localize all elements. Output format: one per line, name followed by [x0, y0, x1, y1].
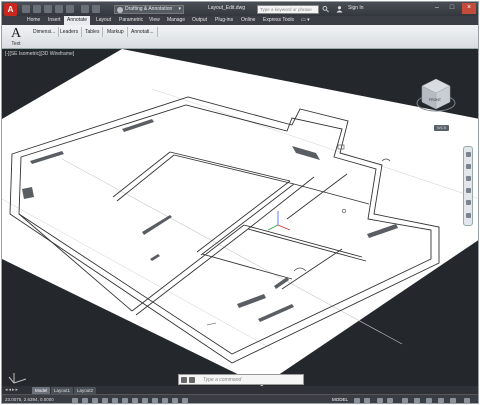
model-space-button[interactable]: MODEL [332, 397, 348, 402]
showmotion-icon[interactable] [466, 200, 471, 205]
tab-layout1[interactable]: Layout1 [51, 387, 74, 394]
quick-view-layouts-icon[interactable] [354, 398, 360, 403]
snap-mode-icon[interactable] [82, 398, 88, 403]
save-icon[interactable] [44, 5, 52, 13]
tab-parametric[interactable]: Parametric [116, 16, 146, 25]
isolate-objects-icon[interactable] [438, 398, 444, 403]
status-bar: 23.0075, 2.6394, 0.0000 MODEL [2, 394, 478, 403]
layout-scroll-arrows-icon[interactable]: ◂◂▸▸ [5, 387, 19, 393]
ortho-mode-icon[interactable] [102, 398, 108, 403]
tab-layout2[interactable]: Layout2 [74, 387, 97, 394]
grid-display-icon[interactable] [92, 398, 98, 403]
3d-object-snap-icon[interactable] [132, 398, 138, 403]
annotation-visibility-icon[interactable] [387, 398, 393, 403]
text-tool-icon: A [10, 26, 22, 41]
lineweight-icon[interactable] [172, 398, 178, 403]
ucs-icon [8, 373, 27, 384]
tab-online[interactable]: Online [238, 16, 258, 25]
command-line[interactable]: Type a command [178, 374, 304, 385]
clean-screen-icon[interactable] [464, 398, 470, 403]
search-input[interactable]: Type a keyword or phrase [257, 5, 319, 14]
object-snap-icon[interactable] [122, 398, 128, 403]
viewcube-icon[interactable]: FRONT [414, 73, 458, 117]
workspace-switching-icon[interactable] [402, 398, 408, 403]
navigation-bar [463, 146, 473, 226]
redo-icon[interactable] [92, 5, 100, 13]
save-as-icon[interactable] [55, 5, 63, 13]
panel-dimensions[interactable]: Dimensi... [30, 27, 60, 37]
quick-view-drawings-icon[interactable] [364, 398, 370, 403]
maximize-button[interactable]: □ [445, 3, 459, 14]
tab-insert[interactable]: Insert [45, 16, 64, 25]
transparency-icon[interactable] [182, 398, 188, 403]
command-input[interactable]: Type a command [203, 377, 241, 383]
document-title: Layout_Edit.dwg [208, 5, 245, 11]
pan-icon[interactable] [466, 164, 471, 169]
panel-markup[interactable]: Markup [104, 27, 128, 37]
status-bar-menu-icon[interactable] [450, 398, 456, 403]
dynamic-ucs-icon[interactable] [152, 398, 158, 403]
command-close-icon[interactable] [181, 377, 187, 383]
viewport-controls-label[interactable]: [-][SE Isometric][3D Wireframe] [5, 51, 74, 57]
tab-express-tools[interactable]: Express Tools [260, 16, 297, 25]
hardware-acceleration-icon[interactable] [426, 398, 432, 403]
viewcube-face-label: FRONT [429, 98, 442, 102]
gear-icon [117, 7, 123, 13]
workspace-label: Drafting & Annotation [125, 6, 173, 12]
undo-icon[interactable] [81, 5, 89, 13]
workspace-dropdown[interactable]: Drafting & Annotation ▾ [114, 5, 184, 14]
drawing-viewport[interactable]: [-][SE Isometric][3D Wireframe] FRONT WC… [2, 49, 478, 386]
ribbon-options-icon[interactable]: ▭ ▾ [298, 16, 313, 25]
steering-wheel-icon[interactable] [466, 152, 471, 157]
chevron-down-icon: ▾ [178, 6, 181, 12]
floor-plan-drawing [2, 49, 478, 386]
tab-model[interactable]: Model [32, 387, 51, 394]
wcs-menu[interactable]: WCS [434, 125, 450, 131]
dynamic-input-icon[interactable] [162, 398, 168, 403]
panel-tables[interactable]: Tables [82, 27, 104, 37]
title-bar: A Drafting & Annotation ▾ Layout_Edit.dw… [2, 2, 478, 16]
panel-annotation-scaling[interactable]: Annotati... [128, 27, 158, 37]
new-icon[interactable] [22, 5, 30, 13]
infer-constraints-icon[interactable] [72, 398, 78, 403]
command-customize-icon[interactable] [189, 377, 195, 383]
close-button[interactable]: × [462, 3, 476, 14]
lock-icon[interactable] [414, 398, 420, 403]
annotation-scale-icon[interactable] [377, 398, 383, 403]
layout-tab-bar: ◂◂▸▸ Model Layout1 Layout2 [2, 386, 478, 394]
sign-in-link[interactable]: Sign In [348, 5, 364, 11]
zoom-icon[interactable] [466, 176, 471, 181]
ribbon-tabs: Home Insert Annotate Layout Parametric V… [2, 16, 478, 25]
application-menu-button[interactable]: A [4, 3, 17, 16]
text-tool-button[interactable]: A Text [6, 26, 26, 47]
open-icon[interactable] [33, 5, 41, 13]
polar-tracking-icon[interactable] [112, 398, 118, 403]
coordinate-readout[interactable]: 23.0075, 2.6394, 0.0000 [5, 397, 54, 402]
autocad-window: A Drafting & Annotation ▾ Layout_Edit.dw… [1, 1, 479, 404]
text-tool-label: Text [11, 41, 21, 47]
object-snap-tracking-icon[interactable] [142, 398, 148, 403]
tab-view[interactable]: View [146, 16, 163, 25]
user-icon[interactable] [336, 5, 343, 13]
panel-leaders[interactable]: Leaders [57, 27, 83, 37]
ribbon-panel: A Text Dimensi... Leaders Tables Markup … [2, 25, 478, 49]
minimize-button[interactable]: – [430, 3, 444, 14]
orbit-icon[interactable] [466, 188, 471, 193]
tab-annotate[interactable]: Annotate [64, 16, 91, 25]
navbar-options-icon[interactable] [466, 213, 471, 218]
tab-layout[interactable]: Layout [93, 16, 114, 25]
tab-home[interactable]: Home [24, 16, 43, 25]
plot-icon[interactable] [66, 5, 74, 13]
tab-manage[interactable]: Manage [164, 16, 188, 25]
tab-output[interactable]: Output [189, 16, 210, 25]
search-icon[interactable] [322, 5, 329, 13]
tab-plug-ins[interactable]: Plug-ins [212, 16, 236, 25]
